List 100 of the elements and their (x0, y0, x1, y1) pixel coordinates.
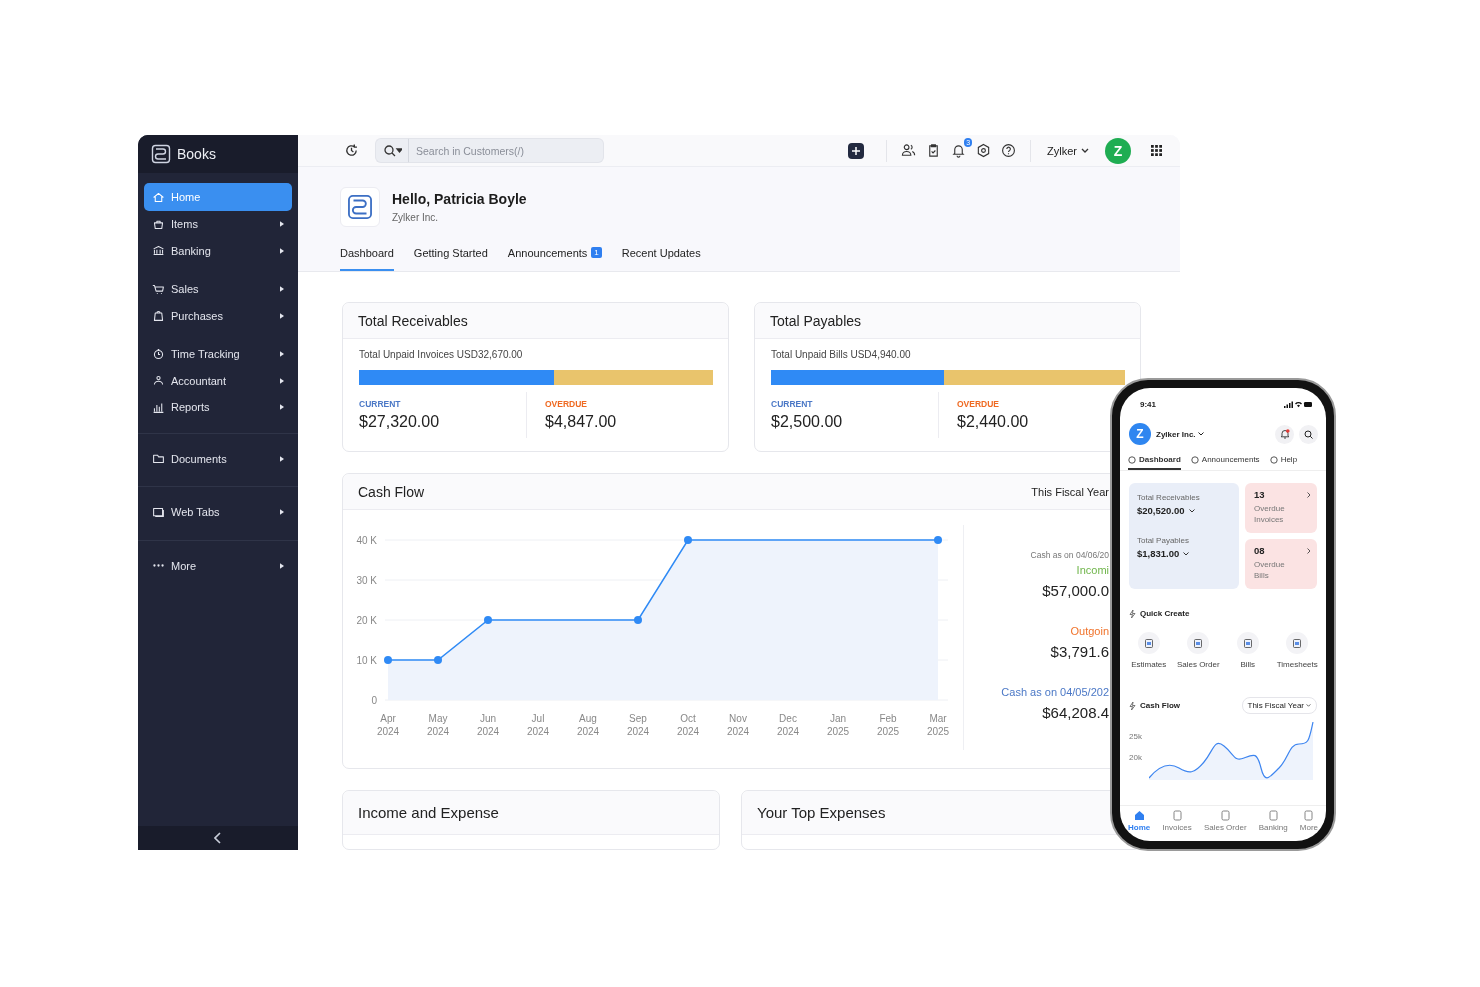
search-button[interactable] (1299, 424, 1318, 444)
incoming-amount: $57,000.0 (1042, 582, 1109, 599)
tab[interactable]: Announcements (1190, 455, 1260, 470)
organization-dropdown[interactable]: Zylker (1047, 144, 1089, 157)
lightning-icon (1129, 609, 1136, 618)
outgoing-amount: $3,791.6 (1050, 643, 1109, 660)
organization-dropdown[interactable]: Zylker Inc. (1156, 429, 1204, 439)
tab-icon (1190, 455, 1199, 464)
caret-icon (280, 312, 284, 319)
add-button[interactable] (848, 142, 865, 159)
search-icon (384, 144, 402, 157)
chevron-down-icon (1306, 704, 1311, 707)
quick-create-label: Sales Order (1176, 660, 1220, 669)
axis-label: Apr 2024 (376, 713, 400, 737)
sidebar-item[interactable]: Sales (144, 276, 292, 303)
quick-create-button[interactable] (1286, 632, 1309, 654)
nav-item[interactable]: Home (1128, 810, 1151, 841)
sidebar-item[interactable]: Time Tracking (144, 341, 292, 368)
quick-create-button[interactable] (1236, 632, 1259, 654)
period-dropdown[interactable]: This Fiscal Year (1031, 485, 1109, 498)
tab[interactable]: Announcements 1 (507, 247, 602, 271)
status-time: 9:41 (1140, 400, 1156, 409)
refresh-icon[interactable] (344, 143, 359, 158)
axis-label: Dec 2024 (776, 713, 800, 737)
card-title: Total Payables (755, 303, 1140, 339)
card-title: Income and Expense (343, 791, 719, 835)
data-point (434, 656, 442, 664)
total-amount[interactable]: $20,520.00 (1137, 505, 1231, 516)
sidebar-item[interactable]: Accountant (144, 367, 292, 394)
caret-icon (280, 377, 284, 384)
chevron-down-icon (1188, 508, 1195, 513)
count-badge: 1 (591, 247, 602, 258)
axis-label: Oct 2024 (676, 713, 700, 737)
sidebar-item[interactable]: Documents (144, 445, 292, 472)
caret-icon (280, 286, 284, 293)
settings-icon[interactable] (976, 143, 992, 158)
sidebar-item[interactable]: Banking (144, 237, 292, 264)
amount-value: $2,440.00 (957, 413, 1030, 431)
overdue-card[interactable]: 13 Overdue Invoices (1245, 483, 1317, 533)
data-point (684, 536, 692, 544)
sidebar-item[interactable]: Items (144, 211, 292, 238)
caret-icon (280, 404, 284, 411)
plus-icon (852, 146, 861, 155)
avatar[interactable]: Z (1129, 423, 1151, 445)
total-label: Total Receivables (1137, 493, 1201, 502)
tab[interactable]: Help (1269, 455, 1298, 470)
tab[interactable]: Recent Updates (621, 247, 701, 271)
total-amount[interactable]: $1,831.00 (1137, 548, 1231, 559)
card-subtitle: Total Unpaid Bills USD4,940.00 (771, 349, 912, 360)
search-field[interactable]: Search in Customers(/) (409, 138, 604, 163)
caret-icon (280, 221, 284, 228)
help-icon[interactable] (1001, 143, 1017, 158)
data-point (384, 656, 392, 664)
quick-create-label: Estimates (1131, 660, 1167, 669)
amount-value: $27,320.00 (359, 413, 441, 431)
search-icon (1304, 429, 1313, 439)
caret-icon (280, 509, 284, 516)
data-point (634, 616, 642, 624)
nav-item[interactable]: Invoices (1162, 810, 1192, 841)
document-icon (1194, 638, 1203, 648)
quick-create-button[interactable] (1137, 632, 1160, 654)
sidebar-item[interactable]: Purchases (144, 302, 292, 329)
document-icon (1144, 638, 1153, 648)
card-subtitle: Total Unpaid Invoices USD32,670.00 (359, 349, 524, 360)
sidebar-item[interactable]: Reports (144, 394, 292, 421)
overdue-count: 08 (1254, 545, 1265, 556)
axis-label: Feb 2025 (876, 713, 900, 737)
notifications-button[interactable] (1275, 424, 1294, 444)
axis-label: 25k (1129, 732, 1143, 741)
quick-create-button[interactable] (1187, 632, 1210, 654)
tab[interactable]: Dashboard (1128, 455, 1181, 470)
chevron-down-icon (1197, 432, 1204, 436)
period-dropdown[interactable]: This Fiscal Year (1241, 697, 1317, 714)
chevron-down-icon (1183, 551, 1190, 556)
greeting-title: Hello, Patricia Boyle (392, 191, 527, 207)
quick-create-label: Bills (1240, 660, 1256, 669)
sidebar-item[interactable]: More (144, 552, 292, 579)
overdue-card[interactable]: 08 Overdue Bills (1245, 539, 1317, 589)
chevron-right-icon (1307, 547, 1311, 554)
search-filter-button[interactable] (375, 138, 409, 163)
sidebar-item[interactable]: Web Tabs (144, 499, 292, 526)
axis-label: 40 K (356, 535, 377, 546)
nav-icon (1171, 810, 1183, 821)
axis-label: 20k (1129, 753, 1143, 762)
bell-icon[interactable] (951, 143, 967, 158)
card-title: Cash Flow (358, 483, 425, 500)
users-icon[interactable] (901, 143, 917, 158)
nav-item[interactable]: Banking (1258, 810, 1288, 841)
apps-grid-icon[interactable] (1151, 145, 1162, 156)
nav-item[interactable]: Sales Order (1203, 810, 1247, 841)
data-point (934, 536, 942, 544)
axis-label: Nov 2024 (726, 713, 750, 737)
axis-label: 30 K (356, 575, 377, 586)
card-title: Total Receivables (343, 303, 728, 339)
document-icon (1243, 638, 1252, 648)
tab[interactable]: Getting Started (413, 247, 488, 271)
tab-icon (1128, 455, 1136, 464)
chevron-right-icon (1307, 491, 1311, 498)
status-icons-drawing (1284, 401, 1312, 408)
nav-item[interactable]: More (1299, 810, 1318, 841)
